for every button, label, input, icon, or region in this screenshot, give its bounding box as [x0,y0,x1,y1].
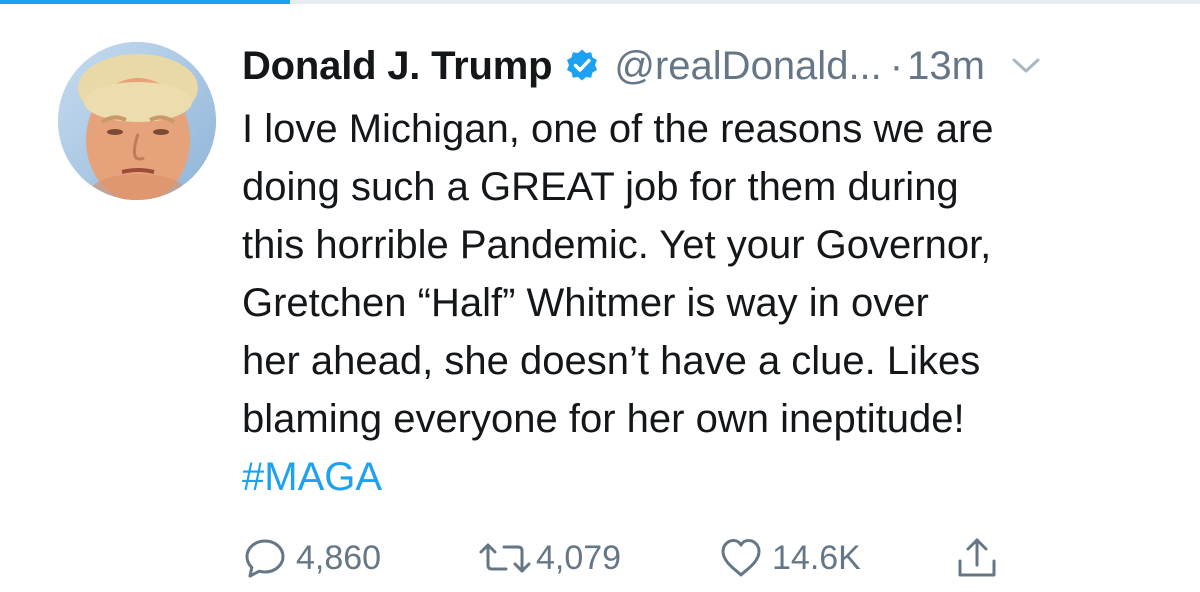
user-handle[interactable]: @realDonald... [614,44,881,89]
like-button[interactable]: 14.6K [718,530,861,586]
tweet-header: Donald J. Trump @realDonald... · 13m [242,38,1041,94]
tweet-text-line: her ahead, she doesn’t have a clue. Like… [242,339,981,383]
heart-icon [721,539,761,577]
chevron-down-icon[interactable] [1011,55,1041,77]
tweet-actions: 4,860 4,079 14.6K [242,530,1062,586]
verified-badge-icon [564,48,600,84]
share-icon [958,538,996,577]
tweet: Donald J. Trump @realDonald... · 13m I l… [0,0,1200,592]
reply-button[interactable]: 4,860 [242,530,381,586]
avatar-image [58,42,216,200]
hashtag-link[interactable]: #MAGA [242,448,1162,506]
tweet-text-line: doing such a GREAT job for them during [242,165,959,209]
tweet-text-line: Gretchen “Half” Whitmer is way in over [242,281,929,325]
tweet-text: I love Michigan, one of the reasons we a… [242,100,1162,506]
tweet-text-line: blaming everyone for her own ineptitude! [242,397,965,441]
display-name[interactable]: Donald J. Trump [242,44,553,89]
tweet-text-line: I love Michigan, one of the reasons we a… [242,107,994,151]
separator-dot: · [889,43,904,88]
timestamp[interactable]: 13m [907,44,985,89]
retweet-button[interactable]: 4,079 [476,530,621,586]
reply-count: 4,860 [296,538,382,577]
reply-icon [245,539,285,578]
retweet-count: 4,079 [536,538,622,577]
retweet-icon [479,543,531,573]
share-button[interactable] [954,530,1000,586]
avatar[interactable] [58,42,216,200]
like-count: 14.6K [772,538,861,577]
tweet-text-line: this horrible Pandemic. Yet your Governo… [242,223,992,267]
